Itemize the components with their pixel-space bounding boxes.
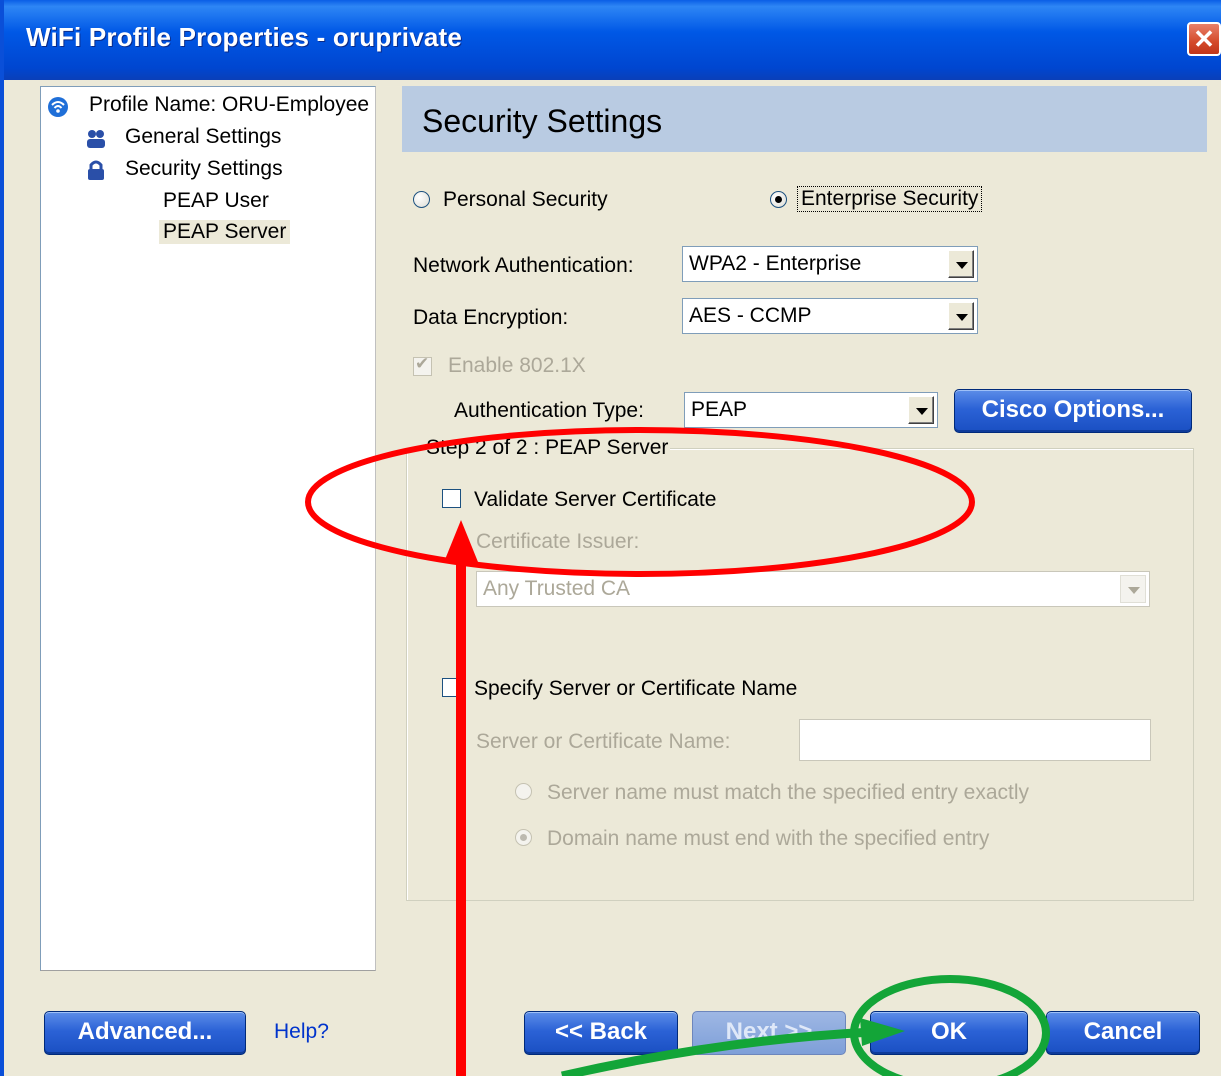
specify-server-label[interactable]: Specify Server or Certificate Name xyxy=(474,677,797,701)
enable-8021x-label: Enable 802.1X xyxy=(448,354,586,377)
cisco-options-button[interactable]: Cisco Options... xyxy=(954,389,1192,433)
auth-type-select[interactable]: PEAP xyxy=(684,392,938,428)
next-button[interactable]: Next >> xyxy=(692,1011,846,1055)
tree-label-peap-server: PEAP Server xyxy=(163,220,287,243)
network-auth-select[interactable]: WPA2 - Enterprise xyxy=(682,246,978,282)
domain-end-radio[interactable] xyxy=(515,829,532,846)
cancel-button-label: Cancel xyxy=(1083,1018,1163,1045)
auth-type-label: Authentication Type: xyxy=(454,399,644,422)
cert-issuer-select[interactable]: Any Trusted CA xyxy=(476,571,1150,607)
chevron-down-icon[interactable] xyxy=(1120,575,1146,603)
chevron-down-icon[interactable] xyxy=(948,250,974,278)
help-link[interactable]: Help? xyxy=(274,1020,329,1044)
tree-label-general: General Settings xyxy=(125,125,282,148)
chevron-down-icon[interactable] xyxy=(948,302,974,330)
personal-security-radio[interactable] xyxy=(413,191,430,208)
window-title: WiFi Profile Properties - oruprivate xyxy=(26,22,463,52)
cancel-button[interactable]: Cancel xyxy=(1046,1011,1200,1055)
enable-8021x-checkbox[interactable] xyxy=(413,354,432,376)
ok-button[interactable]: OK xyxy=(870,1011,1028,1055)
tree-label-profile: Profile Name: ORU-Employee xyxy=(89,93,370,116)
server-name-label: Server or Certificate Name: xyxy=(476,730,731,753)
tree-item-peap-user[interactable]: PEAP User xyxy=(163,189,269,213)
tree-label-peap-user: PEAP User xyxy=(163,189,269,212)
cert-issuer-label: Certificate Issuer: xyxy=(476,530,640,553)
enterprise-security-label[interactable]: Enterprise Security xyxy=(797,186,983,212)
data-encryption-label: Data Encryption: xyxy=(413,306,569,329)
dialog-client: Profile Name: ORU-Employee General Setti… xyxy=(8,80,1221,1076)
validate-cert-checkbox[interactable] xyxy=(442,489,461,508)
title-bar[interactable]: WiFi Profile Properties - oruprivate ✕ xyxy=(4,0,1221,80)
close-button[interactable]: ✕ xyxy=(1187,22,1221,56)
close-icon: ✕ xyxy=(1193,24,1215,54)
match-exact-radio[interactable] xyxy=(515,783,532,800)
back-button[interactable]: << Back xyxy=(524,1011,678,1055)
auth-type-value: PEAP xyxy=(691,398,748,421)
page-title: Security Settings xyxy=(422,103,663,139)
tree-label-security: Security Settings xyxy=(125,157,283,180)
cert-issuer-value: Any Trusted CA xyxy=(483,577,631,600)
back-button-label: << Back xyxy=(554,1018,648,1045)
data-encryption-select[interactable]: AES - CCMP xyxy=(682,298,978,334)
lock-icon xyxy=(88,160,104,180)
tree-item-peap-server[interactable]: PEAP Server xyxy=(159,220,291,244)
enterprise-security-radio[interactable] xyxy=(770,191,787,208)
advanced-button[interactable]: Advanced... xyxy=(44,1011,246,1055)
server-name-input[interactable] xyxy=(799,719,1151,761)
next-button-label: Next >> xyxy=(725,1018,813,1045)
settings-tree: Profile Name: ORU-Employee General Setti… xyxy=(40,86,376,971)
wifi-icon xyxy=(48,97,68,117)
security-settings-header: Security Settings xyxy=(402,86,1207,152)
dialog-window: WiFi Profile Properties - oruprivate ✕ P… xyxy=(0,0,1221,1076)
network-auth-label: Network Authentication: xyxy=(413,254,634,277)
personal-security-label[interactable]: Personal Security xyxy=(443,188,608,212)
match-exact-label[interactable]: Server name must match the specified ent… xyxy=(547,781,1029,805)
chevron-down-icon[interactable] xyxy=(908,396,934,424)
network-auth-value: WPA2 - Enterprise xyxy=(689,252,862,275)
group-title: Step 2 of 2 : PEAP Server xyxy=(424,436,671,460)
ok-button-label: OK xyxy=(931,1018,967,1045)
data-encryption-value: AES - CCMP xyxy=(689,304,812,327)
advanced-button-label: Advanced... xyxy=(77,1018,213,1045)
validate-cert-label[interactable]: Validate Server Certificate xyxy=(474,488,716,512)
users-icon xyxy=(87,130,105,148)
specify-server-checkbox[interactable] xyxy=(442,678,461,697)
domain-end-label[interactable]: Domain name must end with the specified … xyxy=(547,827,989,851)
